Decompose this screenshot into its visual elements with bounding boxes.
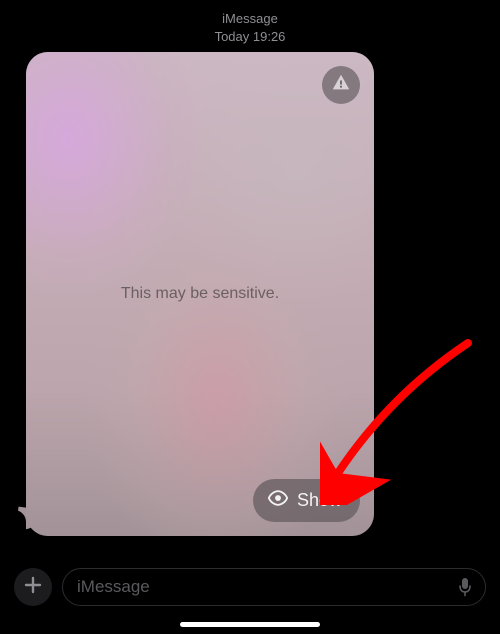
timestamp-label: Today 19:26: [0, 28, 500, 46]
home-indicator[interactable]: [180, 622, 320, 627]
eye-icon: [267, 487, 289, 514]
add-attachment-button[interactable]: [14, 568, 52, 606]
show-button[interactable]: Show: [253, 479, 360, 522]
warning-badge[interactable]: [322, 66, 360, 104]
show-button-label: Show: [297, 490, 342, 511]
conversation-header: iMessage Today 19:26: [0, 0, 500, 46]
sensitive-image-blur: This may be sensitive. Show: [26, 52, 374, 536]
message-bubble[interactable]: This may be sensitive. Show: [26, 52, 374, 536]
plus-icon: [24, 576, 42, 599]
input-bar: iMessage: [0, 568, 500, 606]
message-input-placeholder: iMessage: [77, 577, 150, 597]
microphone-icon[interactable]: [457, 577, 473, 597]
warning-icon: [330, 72, 352, 99]
sensitive-warning-text: This may be sensitive.: [121, 285, 279, 303]
message-input[interactable]: iMessage: [62, 568, 486, 606]
service-label: iMessage: [0, 10, 500, 28]
